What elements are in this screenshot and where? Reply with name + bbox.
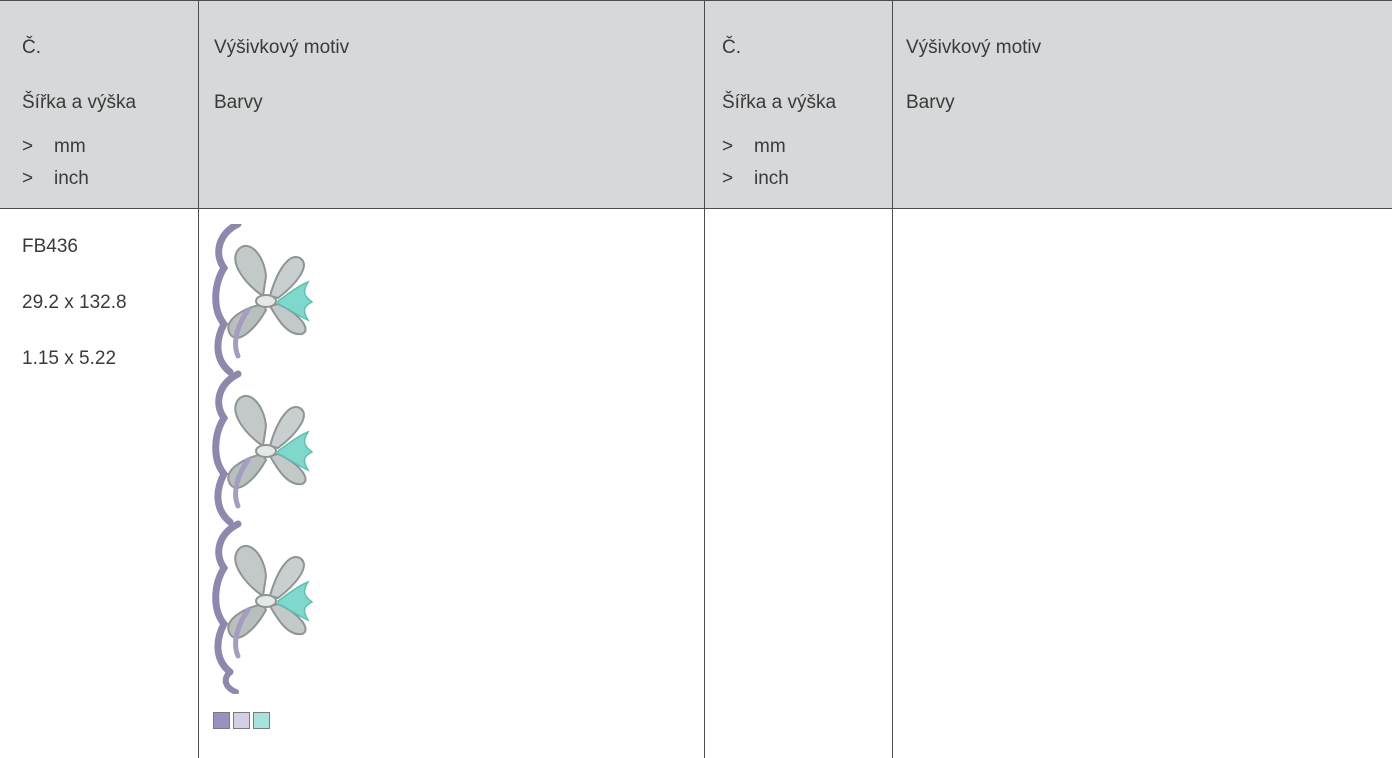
header-unit-mm: > mm [722,136,786,158]
header-colors-label: Barvy [214,92,263,113]
chevron-right-icon: > [22,136,34,157]
color-swatch [213,712,230,729]
header-unit-inch: > inch [722,168,789,190]
header-size-label: Šířka a výška [22,92,137,113]
header-number-label: Č. [722,37,741,58]
unit-inch-label: inch [54,168,89,189]
chevron-right-icon: > [722,136,734,157]
column-divider [198,0,199,758]
unit-inch-label: inch [754,168,789,189]
chevron-right-icon: > [22,168,34,189]
header-motif-label: Výšivkový motiv [214,37,350,58]
motif-code: FB436 [22,236,78,257]
header-colors-label: Barvy [906,92,955,113]
motif-size-mm: 29.2 x 132.8 [22,292,127,313]
unit-mm-label: mm [54,136,86,157]
color-swatch [233,712,250,729]
color-swatch [253,712,270,729]
motif-size-inch: 1.15 x 5.22 [22,348,117,369]
chevron-right-icon: > [722,168,734,189]
header-number-label: Č. [22,37,41,58]
table-header-row [0,0,1392,209]
embroidery-bow-border-icon [208,224,320,694]
column-divider [704,0,705,758]
header-unit-inch: > inch [22,168,89,190]
embroidery-motif-table: Č. Šířka a výška > mm > inch Výšivkový m… [0,0,1392,758]
thread-color-swatches [213,712,270,729]
header-unit-mm: > mm [22,136,86,158]
unit-mm-label: mm [754,136,786,157]
header-size-label: Šířka a výška [722,92,837,113]
column-divider [892,0,893,758]
header-motif-label: Výšivkový motiv [906,37,1042,58]
